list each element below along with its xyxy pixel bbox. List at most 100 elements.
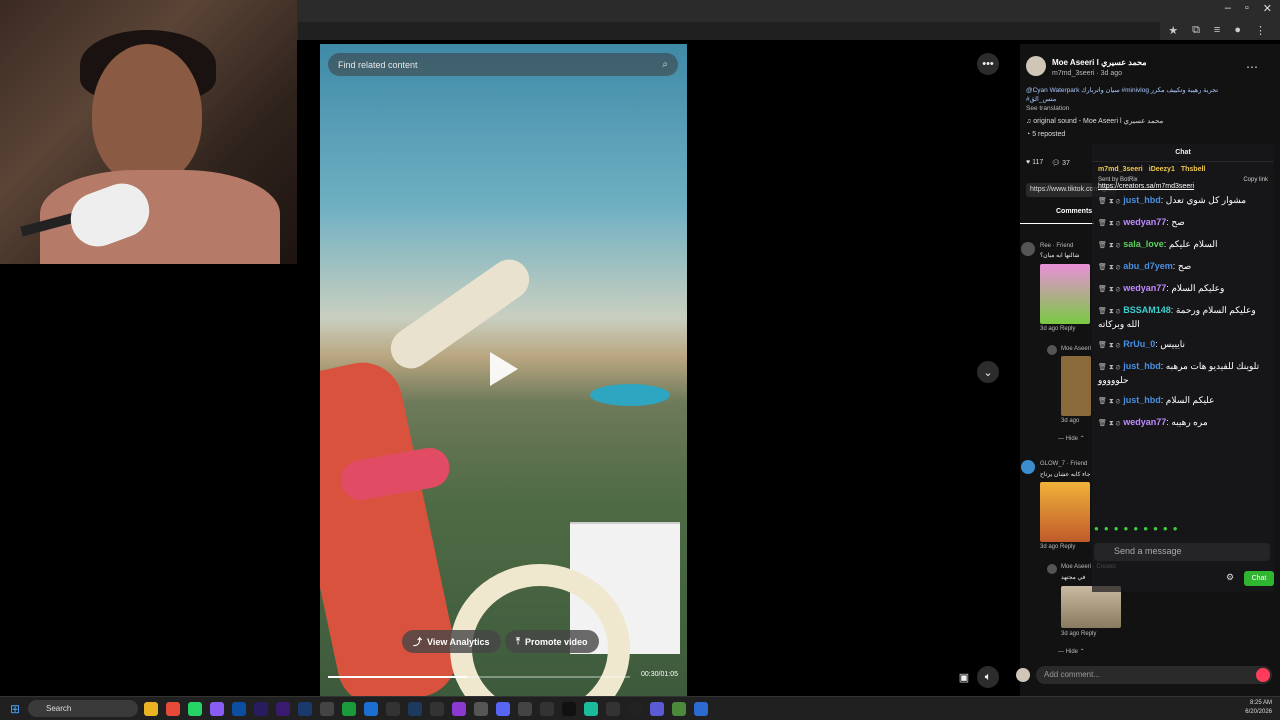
reply-link[interactable]: Reply — [1060, 326, 1075, 332]
more-options-icon[interactable]: ••• — [977, 53, 999, 75]
bookmark-star-icon[interactable]: ★ — [1168, 24, 1178, 37]
media-icon[interactable]: ≡ — [1214, 24, 1220, 37]
app-icon[interactable] — [364, 702, 378, 716]
app-icon[interactable] — [518, 702, 532, 716]
file-explorer-icon[interactable] — [144, 702, 158, 716]
app-icon[interactable] — [672, 702, 686, 716]
copy-link[interactable]: Copy link — [1243, 177, 1268, 183]
pinned-user[interactable]: Thsbell — [1181, 166, 1206, 173]
app-icon[interactable] — [320, 702, 334, 716]
related-search-input[interactable]: Find related content ⌕ — [328, 53, 678, 76]
author-avatar[interactable] — [1026, 56, 1046, 76]
send-comment-icon[interactable] — [1256, 668, 1270, 682]
windows-start-icon[interactable]: ⊞ — [10, 702, 20, 716]
chat-settings-gear-icon[interactable]: ⚙ — [1226, 572, 1234, 583]
pinned-user[interactable]: iDeezy1 — [1149, 166, 1175, 173]
reply-link[interactable]: Reply — [1081, 631, 1096, 637]
chat-send-button[interactable]: Chat — [1244, 571, 1274, 586]
chat-username[interactable]: just_hbd — [1123, 361, 1161, 371]
app-icon[interactable] — [474, 702, 488, 716]
photoshop-icon[interactable] — [232, 702, 246, 716]
view-analytics-button[interactable]: ⤴ View Analytics — [402, 630, 501, 653]
minimize-icon[interactable]: – — [1225, 2, 1231, 15]
hide-replies-link[interactable]: — Hide ⌃ — [1058, 435, 1085, 442]
app-icon[interactable] — [386, 702, 400, 716]
chrome-icon[interactable] — [166, 702, 180, 716]
app-icon[interactable] — [694, 702, 708, 716]
emote-icon[interactable]: ● — [1153, 524, 1158, 533]
post-more-icon[interactable]: ⋯ — [1246, 60, 1258, 74]
next-video-chevron-down-icon[interactable]: ⌄ — [977, 361, 999, 383]
promote-video-button[interactable]: ⤒ Promote video — [505, 630, 599, 653]
emote-icon[interactable]: ● — [1094, 524, 1099, 533]
play-icon[interactable] — [490, 352, 518, 386]
like-button[interactable]: ♥ 117 — [1026, 159, 1043, 167]
comment-user[interactable]: GLOW_7 · Friend — [1040, 461, 1087, 467]
original-sound[interactable]: ♫ original sound - Moe Aseeri l محمد عسي… — [1026, 117, 1163, 125]
hide-replies-link[interactable]: — Hide ⌃ — [1058, 648, 1085, 655]
app-icon[interactable] — [452, 702, 466, 716]
search-icon[interactable]: ⌕ — [662, 59, 668, 70]
premiere-icon[interactable] — [254, 702, 268, 716]
emote-icon[interactable]: ● — [1173, 524, 1178, 533]
emote-icon[interactable]: ● — [1104, 524, 1109, 533]
chat-username[interactable]: wedyan77 — [1123, 283, 1166, 293]
author-name[interactable]: Moe Aseeri l محمد عسيري — [1052, 58, 1147, 67]
reply-link[interactable]: Reply — [1060, 544, 1075, 550]
app-icon[interactable] — [584, 702, 598, 716]
emote-icon[interactable]: ● — [1163, 524, 1168, 533]
commenter-avatar[interactable] — [1021, 460, 1035, 474]
chat-pinned-link[interactable]: https://creators.sa/m7md3seeri — [1098, 183, 1268, 190]
reply-avatar[interactable] — [1047, 564, 1057, 574]
emote-icon[interactable]: ● — [1143, 524, 1148, 533]
chat-username[interactable]: just_hbd — [1123, 195, 1161, 205]
video-progress-bar[interactable] — [328, 676, 630, 678]
app-icon[interactable] — [650, 702, 664, 716]
browser-menu-icon[interactable]: ⋮ — [1255, 24, 1266, 37]
chat-username[interactable]: wedyan77 — [1123, 217, 1166, 227]
caption-hashtag[interactable]: #متس_الق — [1026, 95, 1266, 104]
pinned-user[interactable]: m7md_3seeri — [1098, 166, 1143, 173]
app-icon[interactable] — [430, 702, 444, 716]
chat-badges-icon: 🗑︎ ⧗ ⊘ — [1098, 420, 1121, 427]
comment-user[interactable]: Ree · Friend — [1040, 243, 1073, 249]
app-icon[interactable] — [540, 702, 554, 716]
reply-user[interactable]: Moe Aseeri — [1061, 346, 1091, 352]
video-time: 00:30/01:05 — [641, 671, 678, 678]
see-translation-link[interactable]: See translation — [1026, 104, 1266, 113]
chat-username[interactable]: abu_d7yem — [1123, 261, 1173, 271]
commenter-avatar[interactable] — [1021, 242, 1035, 256]
xbox-icon[interactable] — [342, 702, 356, 716]
tab-comments[interactable]: Comments — [1020, 208, 1094, 224]
chat-username[interactable]: just_hbd — [1123, 395, 1161, 405]
after-effects-icon[interactable] — [276, 702, 290, 716]
steam-icon[interactable] — [408, 702, 422, 716]
maximize-icon[interactable]: ▫ — [1245, 2, 1249, 15]
comment-button[interactable]: 💬︎ 37 — [1051, 159, 1070, 167]
add-comment-input[interactable]: Add comment... — [1036, 666, 1272, 684]
picture-in-picture-icon[interactable]: ▣ — [953, 666, 975, 688]
system-tray[interactable]: 8:25 AM 6/20/2026 — [1245, 699, 1272, 717]
app-icon[interactable] — [210, 702, 224, 716]
emote-icon[interactable]: ● — [1114, 524, 1119, 533]
tiktok-icon[interactable] — [562, 702, 576, 716]
whatsapp-icon[interactable] — [188, 702, 202, 716]
app-icon[interactable] — [606, 702, 620, 716]
app-icon[interactable] — [628, 702, 642, 716]
chat-username[interactable]: sala_love — [1123, 239, 1164, 249]
emote-icon[interactable]: ● — [1124, 524, 1129, 533]
address-bar[interactable] — [298, 22, 1160, 40]
chat-username[interactable]: BSSAM148 — [1123, 305, 1171, 315]
profile-icon[interactable]: ● — [1234, 24, 1241, 37]
taskbar-search[interactable]: Search — [28, 700, 138, 717]
chat-message-input[interactable]: Send a message — [1094, 543, 1270, 561]
emote-icon[interactable]: ● — [1133, 524, 1138, 533]
audition-icon[interactable] — [298, 702, 312, 716]
extensions-icon[interactable]: ⧉ — [1192, 24, 1200, 37]
close-icon[interactable]: ✕ — [1263, 2, 1272, 15]
chat-username[interactable]: RrUu_0 — [1123, 339, 1155, 349]
chat-username[interactable]: wedyan77 — [1123, 417, 1166, 427]
volume-icon[interactable]: 🔈︎ — [977, 666, 999, 688]
reply-avatar[interactable] — [1047, 345, 1057, 355]
discord-icon[interactable] — [496, 702, 510, 716]
